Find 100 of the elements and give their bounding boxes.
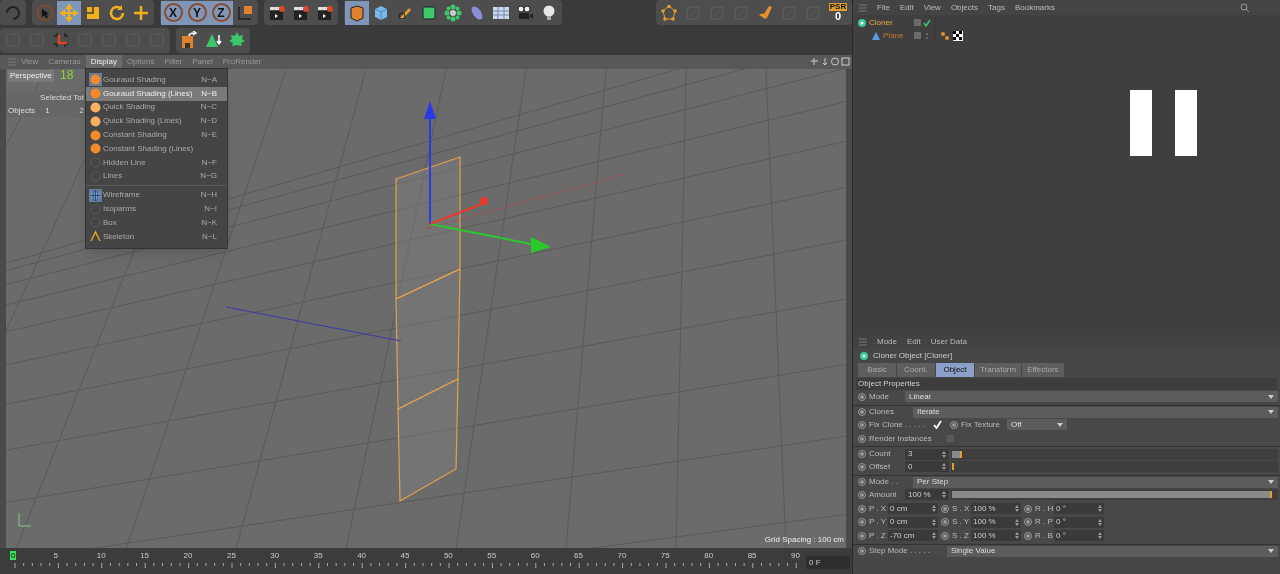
menu-item[interactable]: Skeleton N~L: [86, 229, 227, 244]
field-label: P . Y: [869, 516, 888, 529]
caret-icon: [1268, 394, 1274, 399]
menu-item[interactable]: Constant Shading (Lines): [86, 142, 227, 156]
number-field[interactable]: 100 %: [971, 516, 1021, 528]
menu-item[interactable]: Gouraud Shading (Lines) N~B: [86, 86, 227, 101]
number-field[interactable]: 100 %: [971, 530, 1021, 542]
field-label: Mode . .: [869, 476, 899, 489]
psr-button[interactable]: PSR 0: [825, 0, 851, 25]
menu-item[interactable]: Gouraud Shading N~A: [86, 73, 227, 87]
spinner-arrows-icon: [942, 491, 946, 499]
number-field[interactable]: 0: [905, 461, 949, 473]
tab[interactable]: Effectors: [1022, 363, 1064, 377]
axis-lock-button[interactable]: Z: [209, 0, 233, 25]
dropdown[interactable]: Per Step: [913, 476, 1278, 488]
frame-number: 25: [226, 552, 237, 561]
number-field[interactable]: 0 cm: [888, 503, 938, 515]
tab[interactable]: Coord.: [897, 363, 935, 377]
field-label: P . X: [869, 502, 888, 515]
dropdown[interactable]: Linear: [905, 391, 1278, 403]
menu-item[interactable]: Bookmarks: [1014, 1, 1055, 14]
frame-number: 50: [443, 552, 454, 561]
field-label: S . X: [952, 502, 971, 515]
caret-icon: [1057, 423, 1063, 427]
keyframe-dot-icon[interactable]: [950, 421, 958, 429]
tab[interactable]: Basic: [858, 363, 896, 377]
object-title: Cloner Object [Cloner]: [873, 349, 953, 362]
grip-icon: [859, 3, 867, 12]
number-field[interactable]: 100 %: [971, 503, 1021, 515]
hud-cell-text: 1: [45, 104, 50, 117]
number-field[interactable]: 0 °: [1054, 516, 1104, 528]
frame-number: 40: [357, 552, 368, 561]
menu-item[interactable]: Edit: [907, 335, 921, 348]
field-label: Amount: [869, 488, 898, 501]
menu-tab[interactable]: Display: [85, 54, 122, 69]
number-field[interactable]: 100 %: [905, 489, 949, 501]
field-label: P . Z: [869, 529, 887, 542]
menu-item[interactable]: Quick Shading N~C: [86, 100, 227, 115]
vertex-dots-icon[interactable]: [940, 30, 950, 41]
search-icon[interactable]: [1240, 2, 1250, 13]
menu-item[interactable]: Constant Shading N~E: [86, 128, 227, 142]
menu-item[interactable]: Quick Shading (Lines) N~D: [86, 114, 227, 129]
frame-number: 80: [704, 552, 715, 561]
plane-icon: [871, 30, 881, 41]
grid-spacing-label: Grid Spacing : 100 cm: [764, 534, 844, 547]
playhead[interactable]: 0: [10, 551, 17, 561]
frame-number: 75: [660, 552, 671, 561]
menu-item[interactable]: Lines N~G: [86, 169, 227, 184]
checkbox[interactable]: [933, 420, 942, 430]
current-frame-field[interactable]: 0 F: [806, 556, 850, 570]
menu-item[interactable]: Mode: [877, 335, 897, 348]
field-label: S . Z: [952, 529, 970, 542]
dots-icon[interactable]: [923, 31, 931, 40]
menu-item[interactable]: Isoparms N~I: [86, 202, 227, 216]
menu-item[interactable]: Hidden Line N~F: [86, 155, 227, 170]
tab[interactable]: Transform: [975, 363, 1022, 377]
frame-number: 70: [617, 552, 628, 561]
caret-icon: [1268, 410, 1274, 415]
axis-lock-button[interactable]: X: [161, 0, 185, 25]
points-icon: [660, 3, 678, 22]
cube-icon: [372, 3, 390, 22]
menu-item[interactable]: Tags: [988, 1, 1005, 14]
menu-item[interactable]: Wireframe N~H: [86, 188, 227, 203]
cage-cube-icon: [420, 3, 438, 22]
clapperboard-icon: [316, 3, 334, 22]
corner-brackets-icon: [52, 31, 70, 50]
frame-number: 35: [313, 552, 324, 561]
object-name[interactable]: Plane: [883, 29, 904, 42]
menu-item[interactable]: Edit: [899, 1, 914, 14]
frame-number: 85: [747, 552, 758, 561]
checker-icon[interactable]: [953, 30, 963, 41]
number-field[interactable]: 0 °: [1054, 530, 1104, 542]
number-field[interactable]: -70 cm: [888, 530, 938, 542]
menu-item[interactable]: File: [877, 1, 890, 14]
caret-icon: [1268, 549, 1274, 554]
viewport-controls-icon[interactable]: [810, 57, 850, 67]
pause-icon: [1130, 90, 1197, 156]
move-icon: [60, 3, 78, 22]
dropdown[interactable]: Off: [1007, 419, 1067, 431]
keyframe-dot-icon[interactable]: [858, 421, 866, 429]
frame-number: 5: [53, 552, 59, 561]
tab[interactable]: Object: [936, 363, 974, 377]
check-icon[interactable]: [923, 18, 931, 27]
object-name[interactable]: Cloner: [869, 16, 893, 29]
number-field[interactable]: 3: [905, 448, 949, 460]
spinner-arrows-icon: [932, 505, 936, 513]
spinner-arrows-icon: [942, 463, 946, 471]
number-field[interactable]: 0 °: [1054, 503, 1104, 515]
menu-item[interactable]: Box N~K: [86, 215, 227, 230]
number-field[interactable]: 0 cm: [888, 516, 938, 528]
spinner-arrows-icon: [932, 518, 936, 526]
menu-item[interactable]: View: [923, 1, 941, 14]
spinner-arrows-icon: [1098, 505, 1102, 513]
axis-lock-button[interactable]: Y: [185, 0, 209, 25]
frame-number: 90: [791, 552, 800, 561]
menu-item[interactable]: Objects: [950, 1, 978, 14]
dropdown[interactable]: Single Value: [947, 545, 1278, 557]
dropdown[interactable]: Iterate: [913, 406, 1278, 418]
menu-item[interactable]: User Data: [930, 335, 967, 348]
frame-number: 15: [140, 552, 151, 561]
